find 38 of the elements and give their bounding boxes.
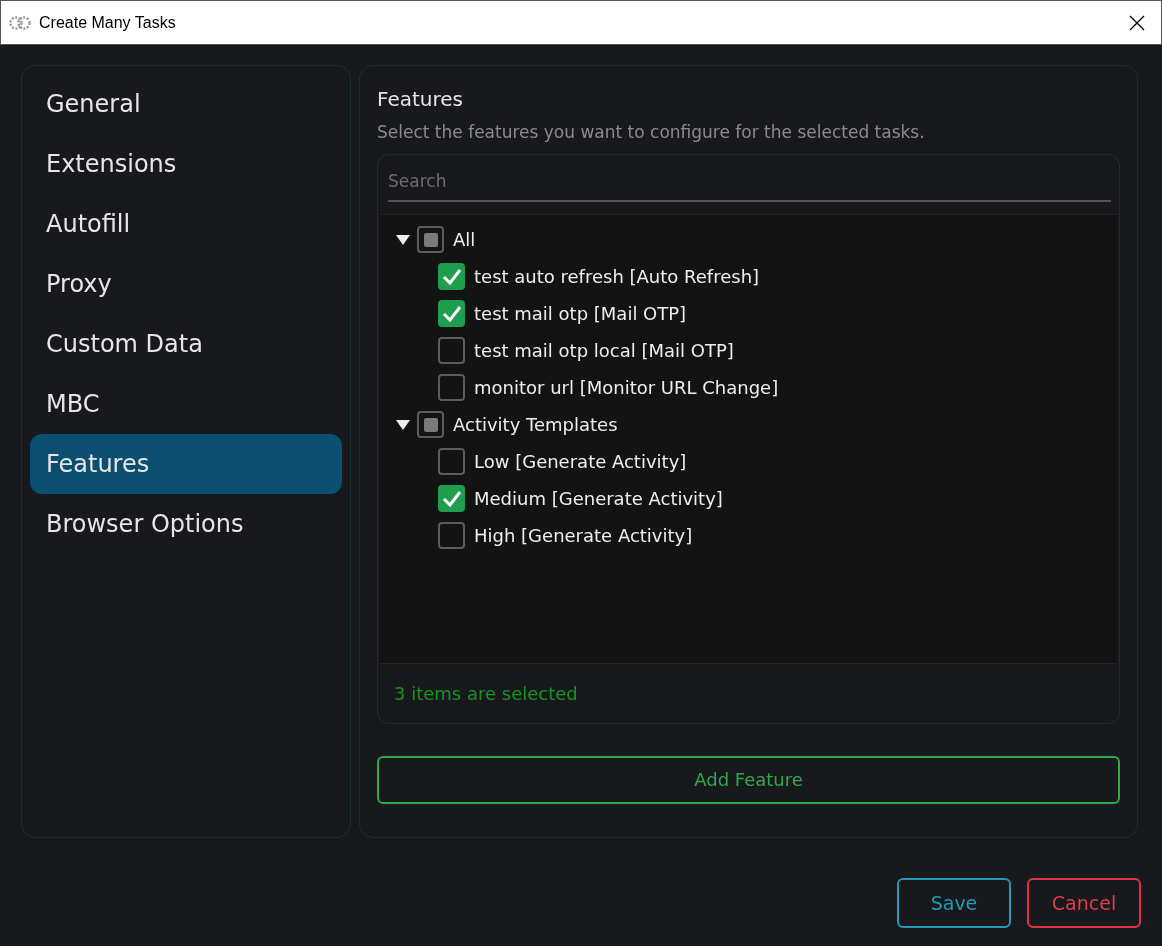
tree-item-label: test mail otp local [Mail OTP]: [474, 339, 734, 363]
tree-item-label: All: [453, 228, 476, 252]
checkbox[interactable]: [438, 485, 465, 512]
save-button[interactable]: Save: [897, 878, 1011, 928]
tree-item-label: High [Generate Activity]: [474, 524, 693, 548]
checkbox[interactable]: [438, 263, 465, 290]
sidebar-item[interactable]: Browser Options: [30, 494, 342, 554]
checkbox[interactable]: [438, 337, 465, 364]
sidebar-item[interactable]: Features: [30, 434, 342, 494]
window-title: Create Many Tasks: [39, 12, 176, 33]
checkbox[interactable]: [417, 411, 444, 438]
tree-item-label: Activity Templates: [453, 413, 618, 437]
close-icon[interactable]: [1129, 14, 1145, 31]
add-feature-button[interactable]: Add Feature: [377, 755, 1120, 804]
tree-item-label: Medium [Generate Activity]: [474, 487, 723, 511]
tree-item-label: monitor url [Monitor URL Change]: [474, 376, 779, 400]
sidebar-item[interactable]: General: [30, 74, 342, 134]
search-field[interactable]: Search: [388, 162, 1111, 202]
checkbox[interactable]: [417, 226, 444, 253]
cancel-button[interactable]: Cancel: [1027, 878, 1141, 928]
sidebar-item[interactable]: Autofill: [30, 194, 342, 254]
tree-item-label: test mail otp [Mail OTP]: [474, 302, 687, 326]
collapse-triangle-icon[interactable]: [396, 234, 410, 245]
checkbox[interactable]: [438, 374, 465, 401]
checkbox[interactable]: [438, 522, 465, 549]
sidebar-item[interactable]: Custom Data: [30, 314, 342, 374]
panel-description: Select the features you want to configure for the selected tasks.: [377, 121, 926, 144]
collapse-triangle-icon[interactable]: [396, 419, 410, 430]
panel-title: Features: [377, 86, 464, 113]
tree-item-label: Low [Generate Activity]: [474, 450, 687, 474]
tree-item-label: test auto refresh [Auto Refresh]: [474, 265, 760, 289]
checkbox[interactable]: [438, 300, 465, 327]
sidebar-item[interactable]: Extensions: [30, 134, 342, 194]
checkbox[interactable]: [438, 448, 465, 475]
selection-status: 3 items are selected: [393, 681, 579, 706]
gear-icon: [9, 14, 31, 31]
sidebar-item[interactable]: Proxy: [30, 254, 342, 314]
sidebar-item[interactable]: MBC: [30, 374, 342, 434]
